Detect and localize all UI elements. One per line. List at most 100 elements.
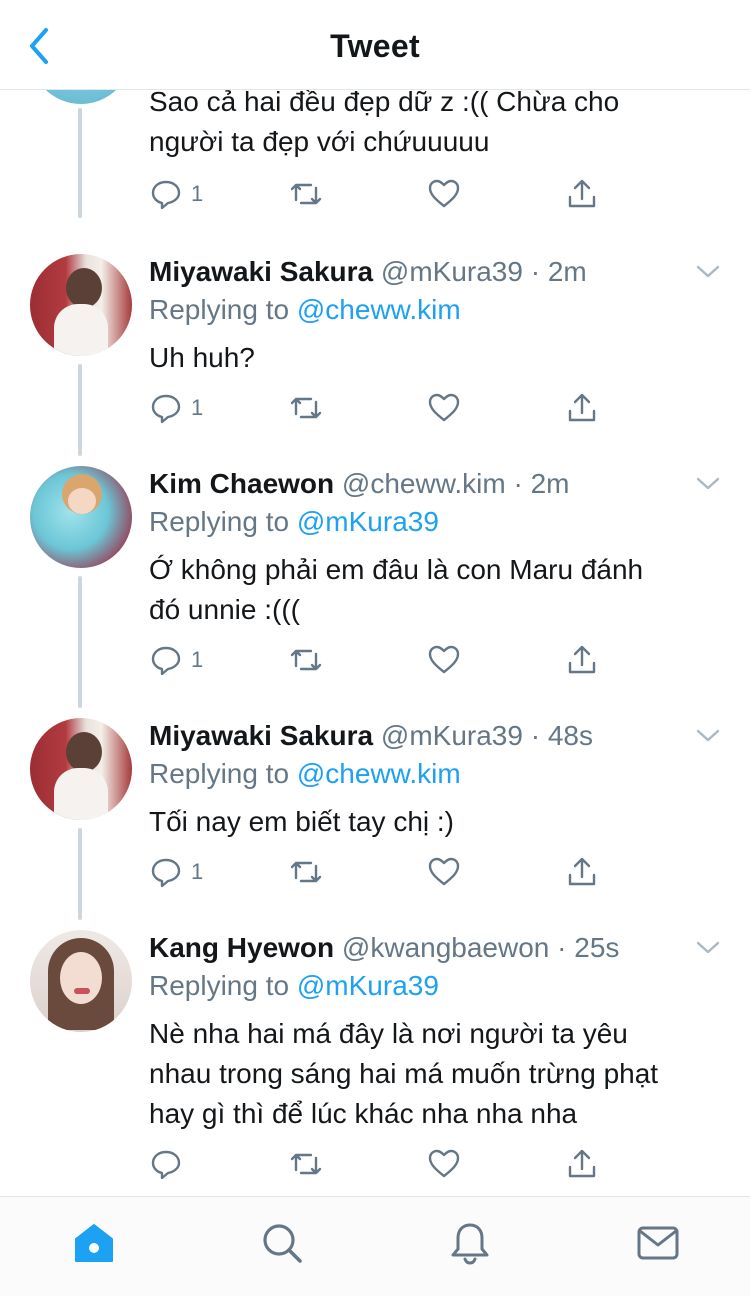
share-button[interactable]: [565, 1144, 599, 1184]
timestamp: 48s: [547, 720, 593, 751]
replying-to: Replying to @cheww.kim: [149, 292, 461, 328]
share-icon: [568, 1149, 596, 1178]
like-button[interactable]: [427, 640, 461, 680]
reply-button[interactable]: 1: [149, 852, 203, 892]
tweet-text-line: Sao cả hai đều đẹp dữ z :(( Chừa cho: [149, 90, 620, 117]
avatar[interactable]: [30, 930, 132, 1032]
messages-icon: [637, 1226, 679, 1260]
replying-to: Replying to @cheww.kim: [149, 756, 461, 792]
chevron-down-icon[interactable]: [694, 726, 722, 746]
replying-to-label: Replying to: [149, 970, 290, 1001]
tweet[interactable]: Sao cả hai đều đẹp dữ z :(( Chừa cho ngư…: [0, 90, 750, 230]
retweet-icon: [290, 861, 322, 883]
chevron-down-icon[interactable]: [694, 938, 722, 958]
display-name[interactable]: Miyawaki Sakura: [149, 720, 373, 751]
reply-count: 1: [191, 859, 204, 884]
separator-dot: ·: [530, 720, 541, 751]
tweet-text-line: Uh huh?: [149, 342, 255, 373]
reply-icon: [151, 1150, 181, 1180]
share-button[interactable]: [565, 388, 599, 428]
retweet-button[interactable]: [289, 1144, 323, 1184]
top-nav-bar: Tweet: [0, 0, 750, 90]
tweet-header: Miyawaki Sakura @mKura39 · 2m: [149, 254, 587, 290]
like-icon: [428, 645, 460, 674]
tweet[interactable]: Kim Chaewon @cheww.kim · 2m Replying to …: [0, 466, 750, 718]
replying-to-label: Replying to: [149, 758, 290, 789]
reply-count: 1: [191, 647, 204, 672]
tweet-text-line: nhau trong sáng hai má muốn trừng phạt: [149, 1058, 659, 1089]
tab-home[interactable]: [70, 1219, 118, 1267]
thread-line: [78, 108, 82, 218]
like-button[interactable]: [427, 1144, 461, 1184]
retweet-icon: [290, 649, 322, 671]
user-handle: @mKura39: [380, 720, 523, 751]
page-title: Tweet: [330, 28, 420, 64]
chevron-down-icon[interactable]: [694, 474, 722, 494]
reply-count: 1: [191, 395, 204, 420]
replying-to-mention[interactable]: @mKura39: [297, 970, 439, 1001]
reply-button[interactable]: 1: [149, 174, 203, 214]
share-button[interactable]: [565, 852, 599, 892]
tab-messages[interactable]: [634, 1219, 682, 1267]
notifications-icon: [451, 1223, 489, 1265]
user-handle: @mKura39: [380, 256, 523, 287]
like-button[interactable]: [427, 852, 461, 892]
replying-to-mention[interactable]: @cheww.kim: [297, 294, 461, 325]
tweet-text-line: Tối nay em biết tay chị :): [149, 806, 455, 837]
tweet-thread[interactable]: Sao cả hai đều đẹp dữ z :(( Chừa cho ngư…: [0, 90, 750, 1196]
retweet-icon: [290, 1153, 322, 1175]
display-name[interactable]: Miyawaki Sakura: [149, 256, 373, 287]
display-name[interactable]: Kang Hyewon: [149, 932, 334, 963]
share-button[interactable]: [565, 640, 599, 680]
tweet-text-line: Ớ không phải em đâu là con Maru đánh: [149, 554, 644, 585]
avatar[interactable]: [30, 254, 132, 356]
reply-button[interactable]: [149, 1144, 191, 1184]
tweet-text: Tối nay em biết tay chị :): [149, 802, 729, 842]
tweet-header: Kang Hyewon @kwangbaewon · 25s: [149, 930, 619, 966]
share-icon: [568, 179, 596, 208]
reply-icon: [151, 180, 181, 210]
tab-search[interactable]: [258, 1219, 306, 1267]
replying-to-mention[interactable]: @cheww.kim: [297, 758, 461, 789]
tweet[interactable]: Miyawaki Sakura @mKura39 · 2m Replying t…: [0, 254, 750, 466]
retweet-button[interactable]: [289, 388, 323, 428]
reply-button[interactable]: 1: [149, 640, 203, 680]
tab-notifications[interactable]: [446, 1219, 494, 1267]
chevron-down-icon[interactable]: [694, 262, 722, 282]
tweet-text-line: người ta đẹp với chứuuuuu: [149, 126, 490, 157]
reply-button[interactable]: 1: [149, 388, 203, 428]
like-button[interactable]: [427, 174, 461, 214]
tweet-text: Sao cả hai đều đẹp dữ z :(( Chừa cho ngư…: [149, 90, 729, 162]
retweet-button[interactable]: [289, 174, 323, 214]
like-icon: [428, 179, 460, 208]
thread-line: [78, 576, 82, 708]
tweet-text: Ớ không phải em đâu là con Maru đánh đó …: [149, 550, 729, 630]
user-handle: @cheww.kim: [341, 468, 506, 499]
replying-to-mention[interactable]: @mKura39: [297, 506, 439, 537]
avatar[interactable]: [30, 718, 132, 820]
user-handle: @kwangbaewon: [341, 932, 550, 963]
separator-dot: ·: [557, 932, 567, 963]
display-name[interactable]: Kim Chaewon: [149, 468, 334, 499]
replying-to-label: Replying to: [149, 506, 290, 537]
tweet-text-line: Nè nha hai má đây là nơi người ta yêu: [149, 1018, 628, 1049]
replying-to: Replying to @mKura39: [149, 968, 439, 1004]
tweet[interactable]: Kang Hyewon @kwangbaewon · 25s Replying …: [0, 930, 750, 1196]
share-button[interactable]: [565, 174, 599, 214]
like-icon: [428, 1149, 460, 1178]
avatar[interactable]: [30, 90, 132, 104]
avatar[interactable]: [30, 466, 132, 568]
like-icon: [428, 857, 460, 886]
retweet-button[interactable]: [289, 640, 323, 680]
reply-icon: [151, 858, 181, 888]
reply-icon: [151, 394, 181, 424]
replying-to: Replying to @mKura39: [149, 504, 439, 540]
tweet-text-line: đó unnie :(((: [149, 594, 300, 625]
search-icon: [263, 1224, 302, 1263]
retweet-icon: [290, 397, 322, 419]
like-icon: [428, 393, 460, 422]
retweet-button[interactable]: [289, 852, 323, 892]
tweet-actions: 1: [149, 852, 619, 892]
like-button[interactable]: [427, 388, 461, 428]
tweet[interactable]: Miyawaki Sakura @mKura39 · 48s Replying …: [0, 718, 750, 930]
